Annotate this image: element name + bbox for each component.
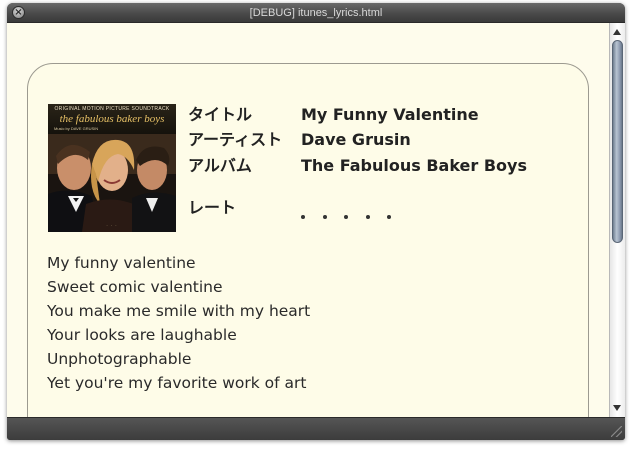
album-cover-title: the fabulous baker boys [59, 113, 165, 125]
album-label: アルバム [188, 156, 252, 175]
title-row: タイトル My Funny Valentine [188, 103, 568, 127]
artist-row: アーティスト Dave Grusin [188, 128, 568, 152]
title-label: タイトル [188, 105, 253, 124]
title-bar[interactable]: × [DEBUG] itunes_lyrics.html [7, 3, 625, 23]
rating-dot[interactable] [365, 214, 370, 219]
album-value: The Fabulous Baker Boys [301, 156, 527, 175]
lyric-line: Your looks are laughable [47, 326, 237, 344]
rating-dots[interactable] [301, 196, 403, 220]
window-title: [DEBUG] itunes_lyrics.html [249, 7, 383, 19]
rating-label: レート [188, 198, 237, 217]
lyric-line: Yet you're my favorite work of art [47, 374, 307, 392]
vertical-scrollbar[interactable] [609, 23, 625, 417]
rating-dot[interactable] [322, 214, 327, 219]
resize-grip-icon[interactable] [611, 426, 622, 437]
svg-text:· · ·: · · · [106, 223, 117, 228]
lyric-line: Sweet comic valentine [47, 278, 223, 296]
album-cover: ORIGINAL MOTION PICTURE SOUNDTRACK the f… [48, 104, 176, 232]
track-metadata: タイトル My Funny Valentine アーティスト Dave Grus… [188, 103, 568, 243]
bottom-bar [7, 417, 625, 440]
artist-value: Dave Grusin [301, 130, 411, 149]
scroll-thumb[interactable] [612, 40, 623, 243]
rating-dot[interactable] [387, 214, 392, 219]
scroll-down-arrow-icon[interactable] [613, 405, 621, 411]
artist-label: アーティスト [188, 130, 283, 149]
lyric-line: My funny valentine [47, 254, 196, 272]
album-cover-subtitle: ORIGINAL MOTION PICTURE SOUNDTRACK [54, 106, 170, 112]
scroll-up-arrow-icon[interactable] [613, 29, 621, 35]
title-value: My Funny Valentine [301, 105, 479, 124]
lyric-line: You make me smile with my heart [47, 302, 311, 320]
page-content: ORIGINAL MOTION PICTURE SOUNDTRACK the f… [7, 23, 609, 417]
album-cover-photo: · · · [48, 134, 176, 232]
lyric-line: Unphotographable [47, 350, 192, 368]
rating-dot[interactable] [344, 214, 349, 219]
lyrics-text: My funny valentine Sweet comic valentine… [47, 251, 567, 395]
rating-row: レート [188, 196, 568, 220]
album-row: アルバム The Fabulous Baker Boys [188, 154, 568, 178]
browser-window: × [DEBUG] itunes_lyrics.html ORIGINAL MO… [7, 3, 625, 440]
rating-dot[interactable] [301, 214, 305, 219]
album-cover-credit: Music by DAVE GRUSIN [54, 126, 99, 131]
album-cover-header: ORIGINAL MOTION PICTURE SOUNDTRACK the f… [48, 104, 176, 134]
